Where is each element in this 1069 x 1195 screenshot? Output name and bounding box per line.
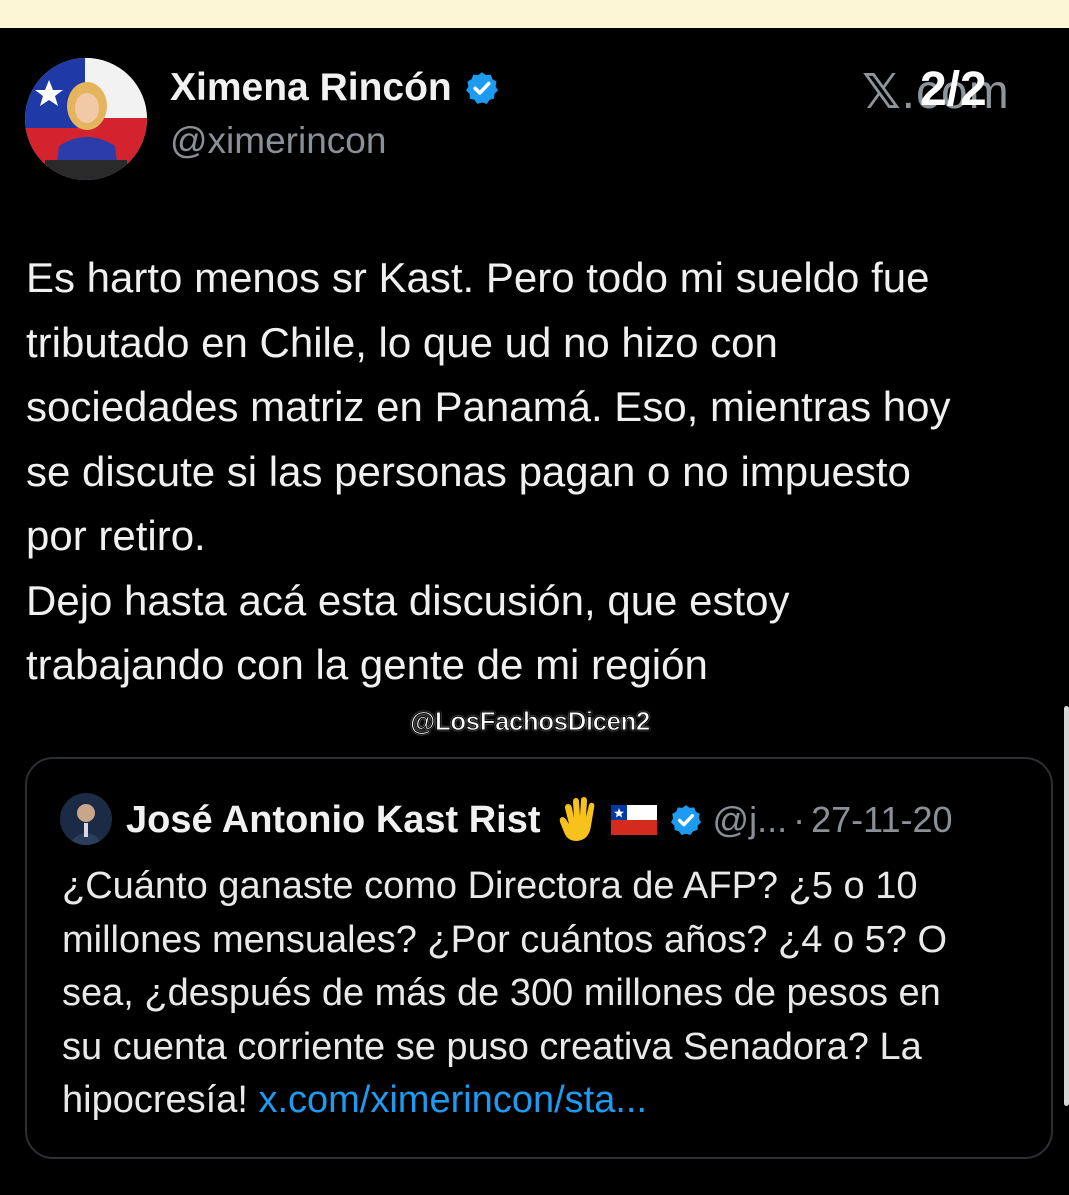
- scrollbar[interactable]: [1064, 706, 1069, 1106]
- quoted-text-last-line: hipocresía! x.com/ximerincon/sta...: [62, 1074, 1032, 1128]
- quoted-author-name[interactable]: José Antonio Kast Rist: [126, 799, 541, 842]
- quoted-tweet-text: ¿Cuánto ganaste como Directora de AFP? ¿…: [62, 860, 1032, 1128]
- tweet-text: Es harto menos sr Kast. Pero todo mi sue…: [26, 246, 1056, 698]
- chile-flag-icon: [610, 805, 657, 835]
- quoted-verified-badge-icon: [670, 805, 701, 836]
- quoted-tweet-link[interactable]: x.com/ximerincon/sta...: [258, 1079, 647, 1121]
- x-logo-icon: 𝕏: [862, 66, 902, 119]
- quoted-text-line: sea, ¿después de más de 300 millones de …: [62, 972, 941, 1014]
- quoted-text-last-words: hipocresía!: [62, 1079, 259, 1121]
- tweet-text-line: se discute si las personas pagan o no im…: [26, 447, 911, 495]
- top-strip: [0, 0, 1069, 28]
- header-separator: ·: [793, 799, 806, 840]
- author-name-row[interactable]: Ximena Rincón: [170, 66, 500, 110]
- quoted-text-line: ¿Cuánto ganaste como Directora de AFP? ¿…: [62, 865, 918, 907]
- tweet-text-line: tributado en Chile, lo que ud no hizo co…: [26, 318, 778, 366]
- page-counter: 2/2: [920, 63, 987, 116]
- quoted-tweet-header: José Antonio Kast Rist @j... · 27-11-20: [126, 794, 953, 846]
- quoted-author-avatar[interactable]: [60, 793, 112, 845]
- author-name[interactable]: Ximena Rincón: [170, 66, 452, 110]
- author-avatar[interactable]: [25, 58, 147, 180]
- avatar-image: [25, 58, 147, 180]
- tweet-text-line: Dejo hasta acá esta discusión, que estoy: [26, 576, 790, 624]
- quoted-author-handle[interactable]: @j...: [713, 799, 788, 841]
- tweet-text-line: sociedades matriz en Panamá. Eso, mientr…: [26, 383, 951, 430]
- quoted-avatar-image: [60, 793, 112, 845]
- author-handle[interactable]: @ximerincon: [170, 120, 386, 162]
- verified-badge-icon: [465, 72, 498, 104]
- quoted-text-line: millones mensuales? ¿Por cuántos años? ¿…: [62, 918, 948, 961]
- tweet-text-line: por retiro.: [26, 512, 206, 559]
- quoted-tweet-date[interactable]: 27-11-20: [811, 799, 952, 841]
- quoted-text-line: su cuenta corriente se puso creativa Sen…: [62, 1025, 922, 1068]
- tweet-text-line: Es harto menos sr Kast. Pero todo mi sue…: [26, 254, 930, 301]
- raised-hand-icon: [559, 797, 594, 841]
- credit-watermark: @LosFachosDicen2: [410, 706, 651, 737]
- tweet-text-line: trabajando con la gente de mi región: [26, 641, 708, 688]
